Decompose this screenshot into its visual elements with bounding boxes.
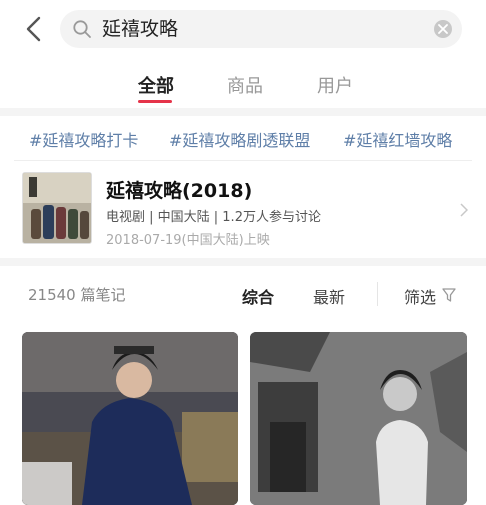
- top-bar: 延禧攻略: [0, 0, 486, 58]
- note-thumbnail[interactable]: [22, 332, 238, 505]
- drama-card[interactable]: 延禧攻略(2018) 电视剧 | 中国大陆 | 1.2万人参与讨论 2018-0…: [0, 162, 486, 254]
- funnel-icon[interactable]: [442, 287, 456, 306]
- section-separator: [0, 258, 486, 266]
- active-tab-indicator: [138, 100, 172, 103]
- notes-filter-bar: 21540 篇笔记 综合 最新 筛选: [0, 270, 486, 316]
- chevron-right-icon: [460, 202, 469, 221]
- note-thumbnail[interactable]: [250, 332, 467, 505]
- clear-icon[interactable]: [434, 20, 452, 38]
- tab-users[interactable]: 用户: [317, 72, 353, 98]
- section-separator: [0, 108, 486, 116]
- sort-comprehensive[interactable]: 综合: [242, 284, 274, 308]
- search-input[interactable]: 延禧攻略: [102, 18, 178, 40]
- topic-tag[interactable]: #延禧红墙攻略: [343, 127, 452, 151]
- vertical-divider: [377, 282, 378, 306]
- sort-latest[interactable]: 最新: [313, 284, 345, 308]
- search-bar[interactable]: 延禧攻略: [60, 10, 462, 48]
- notes-count: 21540 篇笔记: [28, 286, 126, 304]
- topic-tag[interactable]: #延禧攻略剧透联盟: [169, 127, 310, 151]
- tab-all[interactable]: 全部: [138, 72, 174, 98]
- back-icon[interactable]: [22, 16, 46, 42]
- search-icon: [72, 19, 92, 39]
- drama-poster: [22, 172, 92, 244]
- divider: [14, 160, 472, 161]
- result-tabs: 全部 商品 用户: [0, 66, 486, 106]
- drama-title: 延禧攻略(2018): [106, 180, 253, 202]
- tab-products[interactable]: 商品: [227, 72, 263, 98]
- topic-tag[interactable]: #延禧攻略打卡: [29, 127, 138, 151]
- drama-meta: 电视剧 | 中国大陆 | 1.2万人参与讨论: [106, 210, 321, 225]
- release-date: 2018-07-19(中国大陆)上映: [106, 233, 270, 248]
- topic-tags: #延禧攻略打卡 #延禧攻略剧透联盟 #延禧红墙攻略: [0, 116, 486, 158]
- filter-button[interactable]: 筛选: [404, 284, 436, 308]
